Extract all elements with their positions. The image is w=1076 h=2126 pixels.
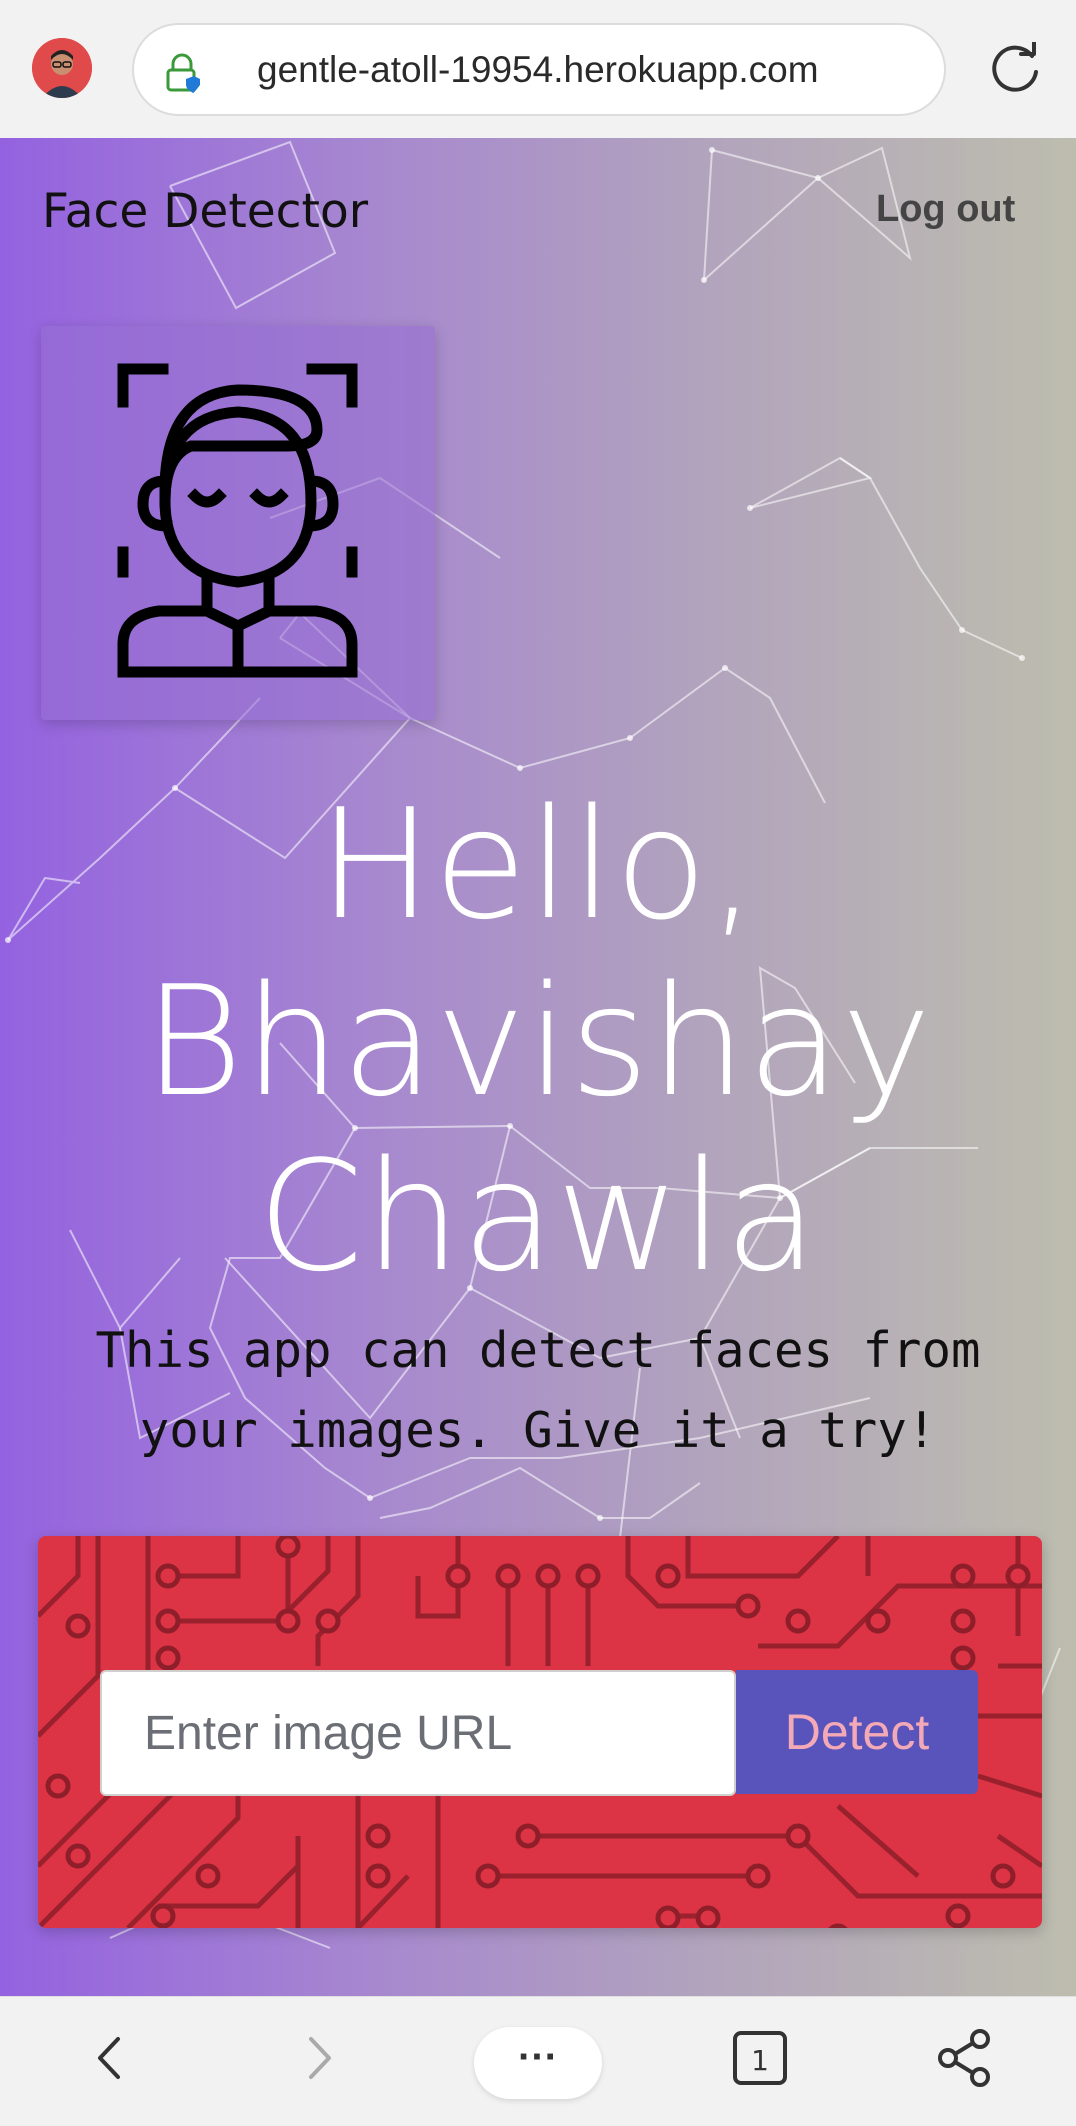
greeting-line-1: Hello, [318, 776, 758, 953]
detect-button[interactable]: Detect [736, 1670, 978, 1794]
chevron-right-icon[interactable] [283, 2023, 353, 2093]
lock-icon [166, 53, 200, 93]
description-line-1: This app can detect faces from [95, 1322, 981, 1379]
share-icon[interactable] [930, 2023, 1000, 2093]
browser-bottom-bar: ··· 1 [0, 1996, 1076, 2126]
logout-link[interactable]: Log out [876, 188, 1015, 231]
greeting-line-2: Bhavishay [143, 953, 933, 1130]
more-menu-button[interactable]: ··· [474, 2027, 602, 2099]
image-url-form-card: Detect [38, 1536, 1042, 1928]
reload-icon[interactable] [988, 42, 1042, 96]
chevron-left-icon[interactable] [76, 2023, 146, 2093]
description-line-2: your images. Give it a try! [139, 1402, 937, 1459]
avatar-icon[interactable] [32, 38, 92, 98]
greeting-line-3: Chawla [257, 1128, 819, 1305]
tab-count: 1 [751, 2044, 769, 2077]
page-content: Face Detector Log out Hello, Bhavishay C… [0, 138, 1076, 1996]
brand-title: Face Detector [42, 184, 369, 239]
tabs-icon[interactable]: 1 [725, 2023, 795, 2093]
browser-top-bar: gentle-atoll-19954.herokuapp.com [0, 0, 1076, 138]
app-logo [41, 326, 435, 720]
address-bar[interactable]: gentle-atoll-19954.herokuapp.com [132, 23, 946, 116]
face-scan-icon [117, 363, 358, 678]
image-url-input[interactable] [100, 1670, 736, 1796]
url-text: gentle-atoll-19954.herokuapp.com [257, 49, 819, 90]
